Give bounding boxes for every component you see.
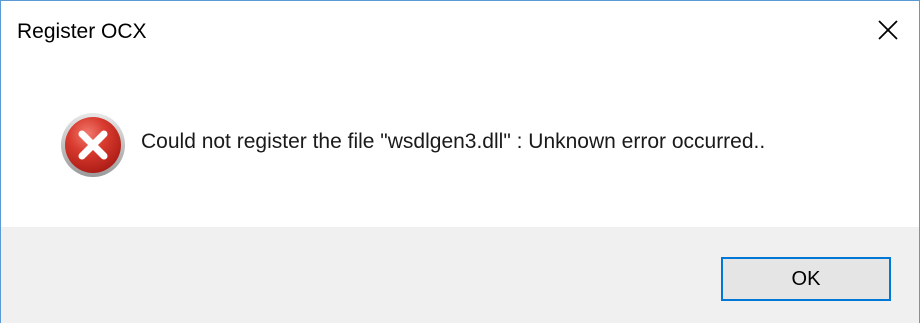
- ok-button[interactable]: OK: [721, 257, 891, 301]
- dialog-title: Register OCX: [17, 20, 147, 43]
- error-icon: [61, 113, 125, 177]
- dialog-content: Could not register the file "wsdlgen3.dl…: [1, 59, 919, 227]
- ok-button-label: OK: [791, 267, 821, 290]
- error-message: Could not register the file "wsdlgen3.dl…: [141, 130, 766, 153]
- button-bar: OK: [1, 227, 919, 323]
- close-button[interactable]: [857, 1, 919, 59]
- close-icon: [878, 20, 898, 40]
- title-bar[interactable]: Register OCX: [1, 1, 919, 59]
- register-ocx-dialog: Register OCX Could not register the file…: [0, 0, 920, 323]
